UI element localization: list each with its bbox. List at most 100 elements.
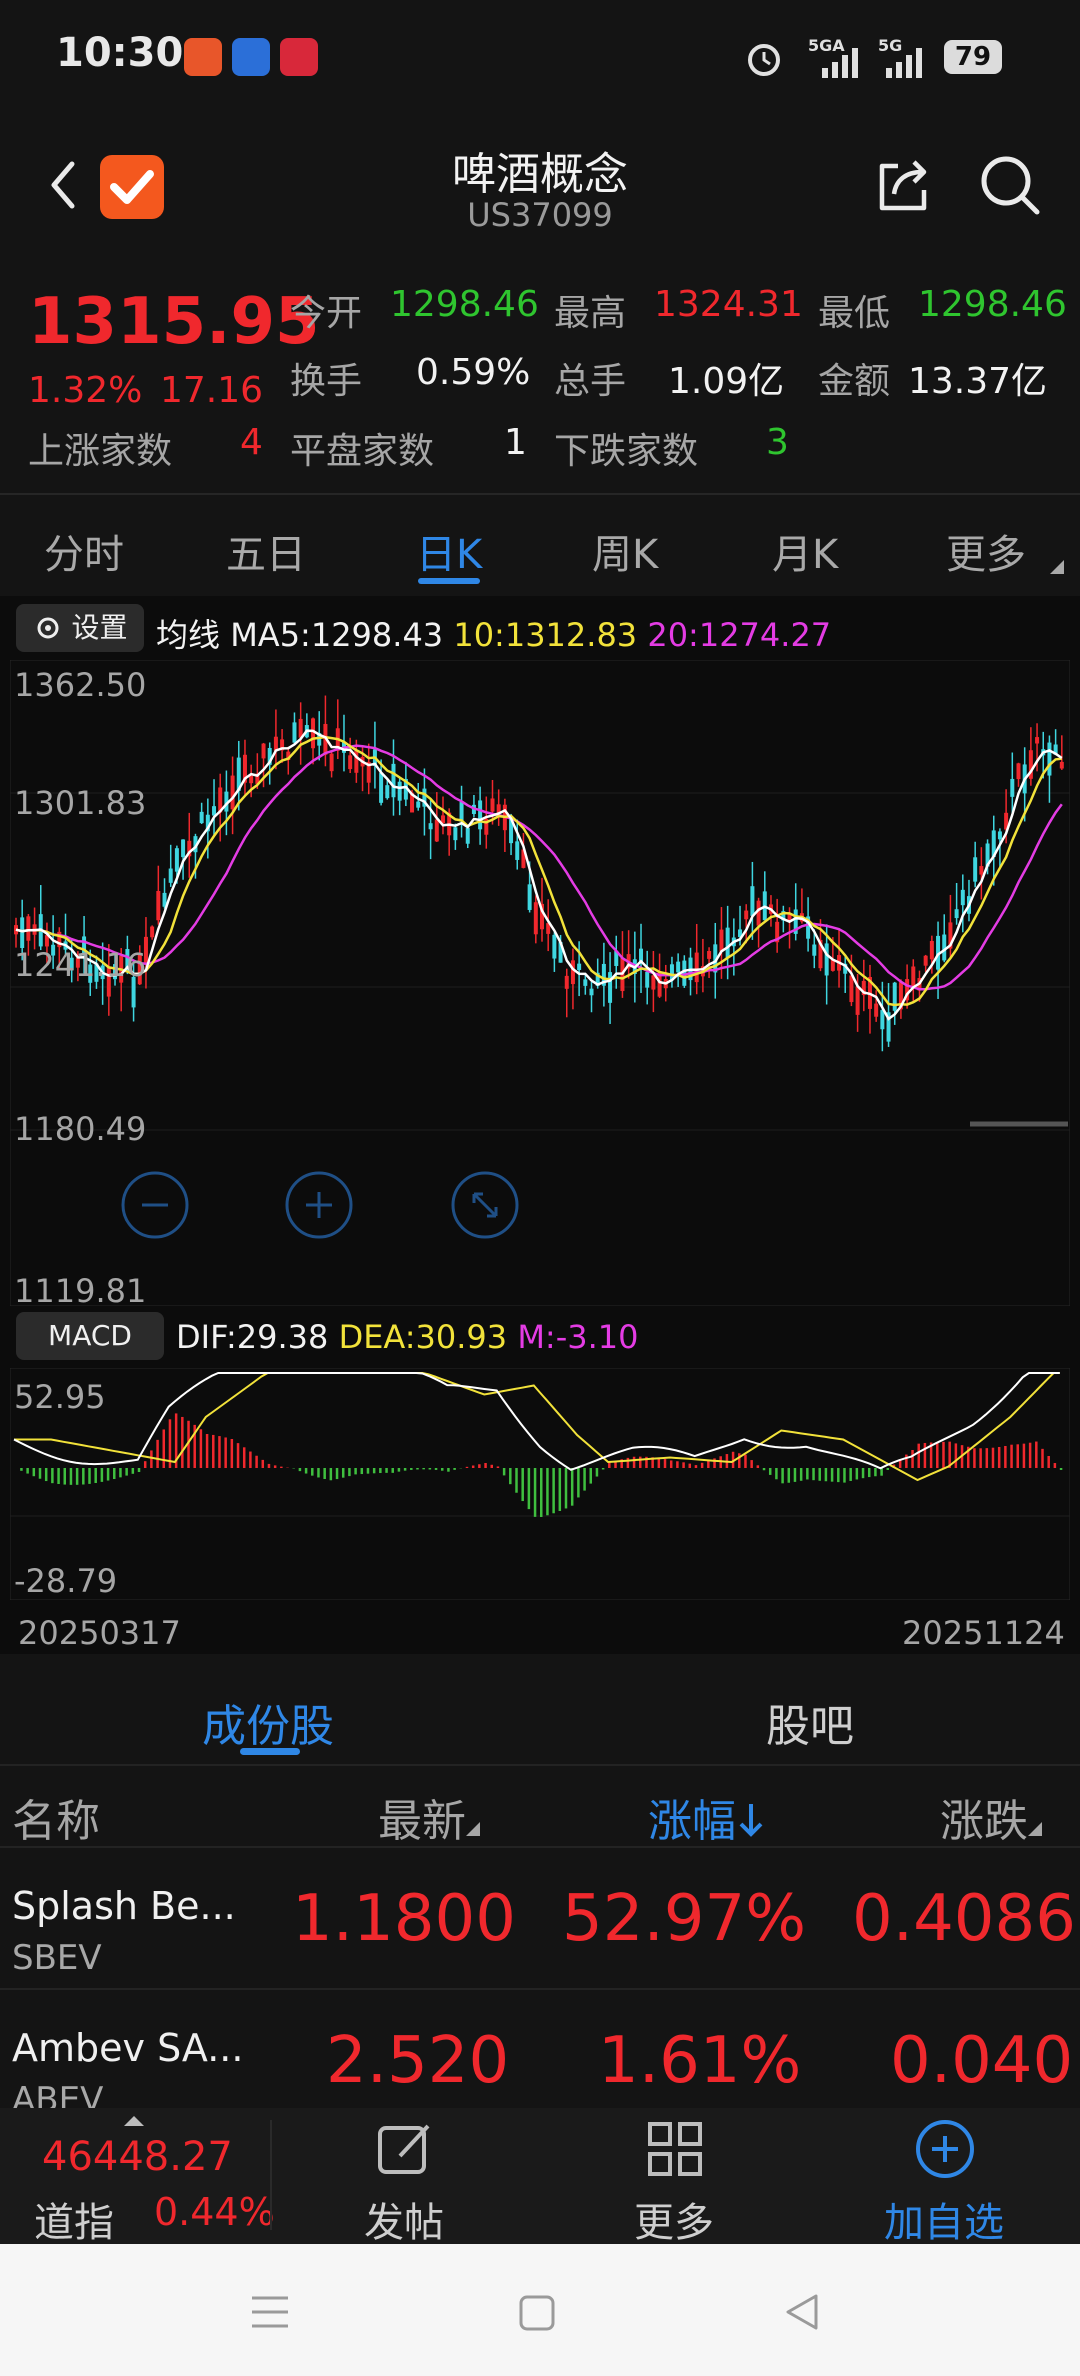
active-tab-indicator [240,1748,300,1755]
tab-forum[interactable]: 股吧 [766,1690,854,1754]
status-bar: 10:30 5GA 5G 79 [0,0,1080,120]
macd-bar [917,1443,920,1468]
macd-bar [942,1441,945,1468]
candle-body [911,966,916,987]
macd-bar [1053,1463,1057,1468]
col-header-change-pct[interactable]: 涨幅 [648,1785,766,1849]
share-icon[interactable] [868,150,938,220]
ma-label: 均线 [156,616,221,654]
macd-bar [113,1468,116,1480]
macd-bar [1010,1444,1013,1468]
macd-bar [509,1468,512,1485]
tab-constituents[interactable]: 成份股 [202,1690,334,1754]
candle-body [428,823,433,830]
dea-value: DEA:30.93 [338,1318,508,1356]
alarm-icon [748,44,780,76]
back-nav-icon[interactable] [782,2292,822,2332]
macd-bar [558,1468,562,1511]
candle-body [923,955,928,966]
macd-bar [385,1468,388,1473]
add-watchlist-label: 加自选 [884,2200,1004,2246]
macd-bar [1035,1441,1038,1468]
candle-body [453,827,458,841]
macd-bar [991,1447,995,1468]
macd-histogram [20,1413,1063,1517]
more-button[interactable]: 更多 [600,2108,750,2246]
macd-bar [1047,1456,1050,1468]
home-icon[interactable] [518,2294,556,2332]
macd-bar [428,1468,432,1470]
candle-body [20,917,25,948]
candle-body [230,775,235,810]
macd-bar [849,1468,852,1481]
candle-body [533,902,538,935]
candle-body [199,811,204,824]
macd-bar [379,1468,382,1474]
macd-bar [564,1468,568,1509]
candle-body [608,972,613,1003]
macd-bar [119,1468,122,1478]
tab-weekly-k[interactable]: 周K [592,522,658,580]
tab-more[interactable]: 更多 [946,522,1026,580]
stock-name: Ambev SA... [12,2026,244,2070]
tab-intraday[interactable]: 分时 [44,522,124,580]
col-header-latest[interactable]: 最新 [378,1785,480,1849]
candle-body [750,886,755,916]
zoom-in-button[interactable] [284,1170,354,1240]
macd-bar [205,1433,209,1468]
macd-bar [626,1457,630,1468]
low-label: 最低 [818,293,891,334]
zoom-out-button[interactable] [120,1170,190,1240]
macd-bar [608,1462,611,1468]
macd-bar [150,1450,153,1468]
macd-bar [799,1468,803,1481]
ma5-line [15,729,1063,1021]
macd-indicator-button[interactable]: MACD [16,1312,164,1360]
macd-bar [156,1439,159,1468]
y-tick: 1362.50 [14,666,147,704]
add-watchlist-button[interactable]: 加自选 [870,2108,1020,2246]
settings-button[interactable]: 设置 [16,604,144,652]
candle-body [329,753,334,772]
m-value: M:-3.10 [517,1318,639,1356]
stock-change: 0.4086 [852,1882,1076,1956]
macd-bar [391,1468,394,1473]
tab-daily-k[interactable]: 日K [416,522,482,580]
macd-bar [224,1437,227,1468]
candle-body [719,929,724,952]
candle-body [651,975,656,990]
candle-body [459,801,464,822]
table-row[interactable]: Ambev SA... ABEV 2.520 1.61% 0.040 [0,1990,1080,2108]
col-header-change[interactable]: 涨跌 [940,1785,1042,1849]
candle-body [645,971,650,988]
tab-monthly-k[interactable]: 月K [772,522,838,580]
macd-bar [465,1466,469,1468]
app-notification-icon [232,38,270,76]
divider [270,2120,272,2230]
macd-bar [502,1468,506,1476]
macd-bar [261,1459,265,1468]
macd-bar [329,1468,333,1481]
candle-body [929,940,934,960]
macd-bar [125,1468,128,1476]
post-button[interactable]: 发帖 [330,2108,480,2246]
divider [0,493,1080,495]
macd-bar [397,1468,401,1472]
macd-legend: DIF:29.38 DEA:30.93 M:-3.10 [176,1318,639,1356]
index-ticker[interactable]: 46448.27 道指 0.44% [0,2108,275,2246]
macd-bar [1022,1443,1026,1468]
macd-bar [44,1468,48,1482]
search-icon[interactable] [975,150,1045,220]
ma-legend: 均线 MA5:1298.43 10:1312.83 20:1274.27 [156,610,831,656]
table-row[interactable]: Splash Be... SBEV 1.1800 52.97% 0.4086 [0,1848,1080,1988]
tab-five-day[interactable]: 五日 [226,522,306,580]
macd-bar [781,1468,784,1484]
fullscreen-button[interactable] [450,1170,520,1240]
macd-bar [236,1443,240,1468]
chevron-up-icon [124,2116,144,2126]
menu-icon[interactable] [250,2294,290,2330]
macd-bar [682,1462,685,1468]
macd-bar [304,1468,308,1474]
candle-body [311,718,316,749]
ma10-line [15,735,1062,1007]
